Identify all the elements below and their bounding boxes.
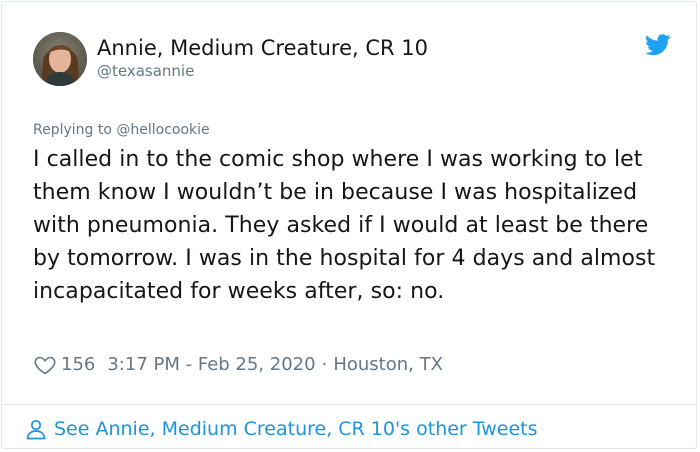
tweet-header: Annie, Medium Creature, CR 10 @texasanni… xyxy=(33,32,673,92)
author-handle[interactable]: @texasannie xyxy=(97,61,194,81)
divider xyxy=(2,404,696,405)
see-other-tweets-link[interactable]: See Annie, Medium Creature, CR 10's othe… xyxy=(24,414,538,444)
twitter-bird-icon[interactable] xyxy=(645,34,671,56)
replying-to-line: Replying to @hellocookie xyxy=(33,121,210,139)
tweet-meta: 156 3:17 PM - Feb 25, 2020 · Houston, TX xyxy=(33,351,443,379)
replying-prefix: Replying to xyxy=(33,122,112,138)
embedded-tweet-card: Annie, Medium Creature, CR 10 @texasanni… xyxy=(1,1,697,449)
tweet-text: I called in to the comic shop where I wa… xyxy=(33,147,656,304)
author-name[interactable]: Annie, Medium Creature, CR 10 xyxy=(97,35,428,61)
like-count[interactable]: 156 xyxy=(61,351,95,379)
reply-mention-link[interactable]: @hellocookie xyxy=(116,122,209,138)
tweet-location[interactable]: Houston, TX xyxy=(333,351,443,379)
meta-separator: · xyxy=(321,354,328,375)
tweet-timestamp[interactable]: 3:17 PM - Feb 25, 2020 xyxy=(107,351,315,379)
avatar[interactable] xyxy=(33,32,87,86)
heart-outline-icon[interactable] xyxy=(33,353,57,377)
see-other-tweets-label: See Annie, Medium Creature, CR 10's othe… xyxy=(54,418,538,440)
person-outline-icon xyxy=(26,419,46,440)
